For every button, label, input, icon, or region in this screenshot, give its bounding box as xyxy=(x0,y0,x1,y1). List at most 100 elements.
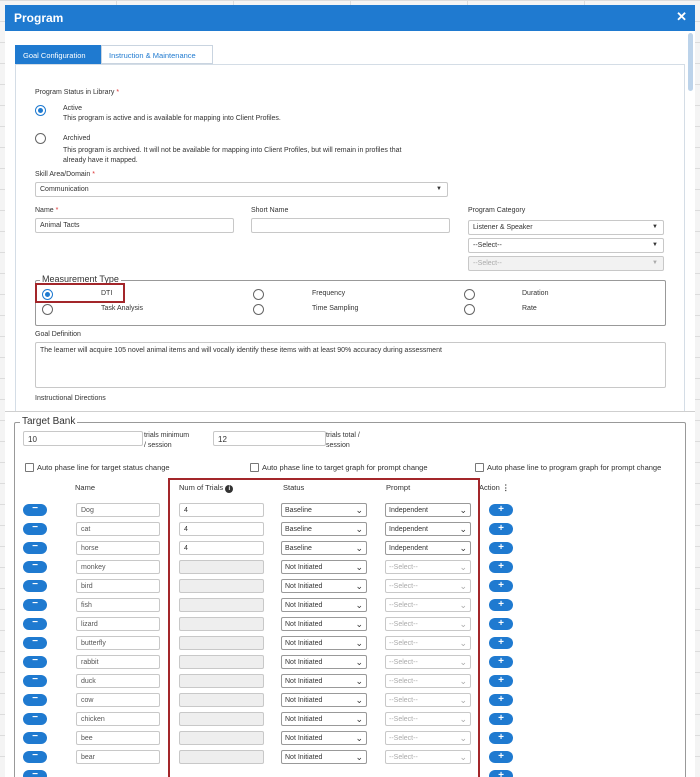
remove-target-button[interactable]: − xyxy=(23,675,47,687)
target-name-input[interactable]: bear xyxy=(76,750,160,764)
target-status-select[interactable]: Baseline ⌄ xyxy=(281,522,367,536)
target-name-input[interactable]: cat xyxy=(76,522,160,536)
remove-target-button[interactable]: − xyxy=(23,561,47,573)
target-prompt-select[interactable]: --Select-- ⌄ xyxy=(385,617,471,631)
remove-target-button[interactable]: − xyxy=(23,618,47,630)
target-prompt-select[interactable]: --Select-- ⌄ xyxy=(385,636,471,650)
target-trials-input[interactable] xyxy=(179,655,264,669)
target-trials-input[interactable] xyxy=(179,693,264,707)
add-target-button[interactable]: + xyxy=(489,599,513,611)
measurement-dti-radio[interactable] xyxy=(42,289,53,300)
target-prompt-select[interactable]: Independent ⌄ xyxy=(385,541,471,555)
short-name-input[interactable] xyxy=(251,218,450,233)
target-prompt-select[interactable]: --Select-- ⌄ xyxy=(385,712,471,726)
skill-area-select[interactable]: Communication ▼ xyxy=(35,182,448,197)
add-target-button[interactable]: + xyxy=(489,713,513,725)
remove-target-button[interactable]: − xyxy=(23,542,47,554)
measurement-task-analysis-radio[interactable] xyxy=(42,304,53,315)
add-target-button[interactable]: + xyxy=(489,751,513,763)
remove-target-button[interactable]: − xyxy=(23,580,47,592)
measurement-time-sampling-radio[interactable] xyxy=(253,304,264,315)
target-trials-input[interactable] xyxy=(179,750,264,764)
status-active-radio[interactable] xyxy=(35,105,46,116)
remove-target-button[interactable]: − xyxy=(23,504,47,516)
target-prompt-select[interactable]: --Select-- ⌄ xyxy=(385,731,471,745)
target-name-input[interactable]: bird xyxy=(76,579,160,593)
target-status-select[interactable]: Baseline ⌄ xyxy=(281,541,367,555)
target-name-input[interactable]: Dog xyxy=(76,503,160,517)
target-trials-input[interactable]: 4 xyxy=(179,522,264,536)
remove-target-button[interactable]: − xyxy=(23,656,47,668)
target-status-select[interactable]: Not Initiated ⌄ xyxy=(281,560,367,574)
target-status-select[interactable]: Not Initiated ⌄ xyxy=(281,655,367,669)
target-trials-input[interactable] xyxy=(179,617,264,631)
close-icon[interactable]: ✕ xyxy=(676,9,687,25)
add-target-button[interactable]: + xyxy=(489,618,513,630)
target-prompt-select[interactable]: --Select-- ⌄ xyxy=(385,579,471,593)
goal-definition-textarea[interactable]: The learner will acquire 105 novel anima… xyxy=(35,342,666,388)
more-vertical-icon[interactable]: ⋮ xyxy=(502,483,510,492)
add-target-button[interactable]: + xyxy=(489,732,513,744)
target-prompt-select[interactable]: --Select-- ⌄ xyxy=(385,598,471,612)
add-target-button[interactable]: + xyxy=(489,542,513,554)
target-prompt-select[interactable]: --Select-- ⌄ xyxy=(385,750,471,764)
target-name-input[interactable]: duck xyxy=(76,674,160,688)
target-name-input[interactable]: chicken xyxy=(76,712,160,726)
remove-target-button[interactable]: − xyxy=(23,637,47,649)
name-input[interactable]: Animal Tacts xyxy=(35,218,234,233)
target-prompt-select[interactable]: Independent ⌄ xyxy=(385,522,471,536)
target-status-select[interactable]: Baseline ⌄ xyxy=(281,503,367,517)
target-prompt-select[interactable]: --Select-- ⌄ xyxy=(385,674,471,688)
target-status-select[interactable]: Not Initiated ⌄ xyxy=(281,598,367,612)
measurement-rate-radio[interactable] xyxy=(464,304,475,315)
target-status-select[interactable]: Not Initiated ⌄ xyxy=(281,750,367,764)
target-name-input[interactable]: bee xyxy=(76,731,160,745)
remove-target-button[interactable]: − xyxy=(23,523,47,535)
program-category-select-2[interactable]: --Select-- ▼ xyxy=(468,238,664,253)
target-name-input[interactable]: butterfly xyxy=(76,636,160,650)
target-name-input[interactable]: lizard xyxy=(76,617,160,631)
measurement-frequency-radio[interactable] xyxy=(253,289,264,300)
add-target-button[interactable]: + xyxy=(489,694,513,706)
target-status-select[interactable]: Not Initiated ⌄ xyxy=(281,579,367,593)
scrollbar[interactable] xyxy=(688,33,693,91)
remove-target-button[interactable]: − xyxy=(23,599,47,611)
measurement-duration-radio[interactable] xyxy=(464,289,475,300)
target-name-input[interactable]: monkey xyxy=(76,560,160,574)
add-target-button[interactable]: + xyxy=(489,580,513,592)
target-trials-input[interactable]: 4 xyxy=(179,541,264,555)
target-name-input[interactable]: cow xyxy=(76,693,160,707)
remove-target-button[interactable]: − xyxy=(23,751,47,763)
add-target-button[interactable]: + xyxy=(489,770,513,777)
remove-target-button[interactable]: − xyxy=(23,713,47,725)
trials-total-input[interactable]: 12 xyxy=(213,431,326,446)
target-name-input[interactable]: rabbit xyxy=(76,655,160,669)
add-target-button[interactable]: + xyxy=(489,523,513,535)
auto-phase-program-prompt-checkbox[interactable] xyxy=(475,463,484,472)
target-prompt-select[interactable]: --Select-- ⌄ xyxy=(385,655,471,669)
remove-target-button[interactable]: − xyxy=(23,694,47,706)
target-status-select[interactable]: Not Initiated ⌄ xyxy=(281,636,367,650)
target-trials-input[interactable] xyxy=(179,674,264,688)
add-target-button[interactable]: + xyxy=(489,656,513,668)
auto-phase-target-status-checkbox[interactable] xyxy=(25,463,34,472)
tab-instruction-maintenance[interactable]: Instruction & Maintenance xyxy=(101,45,213,64)
target-name-input[interactable]: horse xyxy=(76,541,160,555)
target-trials-input[interactable] xyxy=(179,579,264,593)
target-trials-input[interactable] xyxy=(179,560,264,574)
target-trials-input[interactable] xyxy=(179,712,264,726)
add-target-button[interactable]: + xyxy=(489,637,513,649)
target-trials-input[interactable] xyxy=(179,636,264,650)
target-name-input[interactable]: fish xyxy=(76,598,160,612)
target-trials-input[interactable] xyxy=(179,731,264,745)
add-target-button[interactable]: + xyxy=(489,561,513,573)
target-trials-input[interactable] xyxy=(179,598,264,612)
program-category-select[interactable]: Listener & Speaker ▼ xyxy=(468,220,664,235)
add-target-button[interactable]: + xyxy=(489,504,513,516)
target-prompt-select[interactable]: --Select-- ⌄ xyxy=(385,560,471,574)
target-prompt-select[interactable]: --Select-- ⌄ xyxy=(385,693,471,707)
auto-phase-target-prompt-checkbox[interactable] xyxy=(250,463,259,472)
status-archived-radio[interactable] xyxy=(35,133,46,144)
trials-minimum-input[interactable]: 10 xyxy=(23,431,143,446)
target-status-select[interactable]: Not Initiated ⌄ xyxy=(281,674,367,688)
